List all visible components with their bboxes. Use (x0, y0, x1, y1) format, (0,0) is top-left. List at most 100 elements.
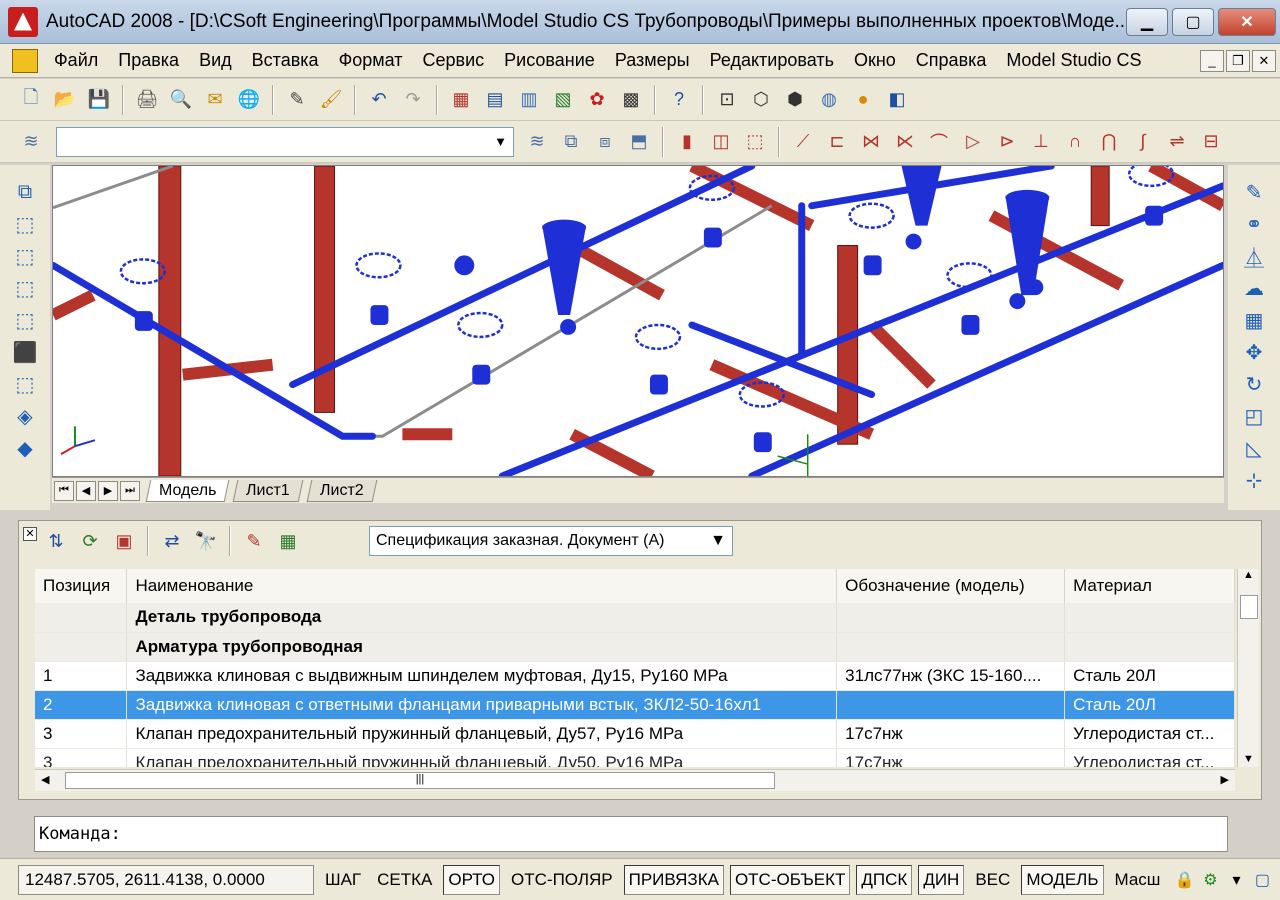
status-toggle-5[interactable]: ОТС-ОБЪЕКТ (729, 864, 851, 895)
refresh-icon[interactable]: ⟳ (76, 527, 104, 555)
publish-icon[interactable]: ✉ (201, 86, 229, 114)
tee-icon[interactable]: ⊳ (994, 128, 1020, 156)
scroll-down-icon[interactable]: ▼ (1238, 753, 1259, 765)
mirror-icon[interactable]: ⏅ (1241, 243, 1267, 270)
flange-icon[interactable]: ⊏ (824, 128, 850, 156)
document-type-select[interactable]: Спецификация заказная. Документ (А) ▼ (369, 526, 733, 556)
view-manager-icon[interactable]: ⧉ (12, 179, 38, 205)
scroll-right-icon[interactable]: ▶ (1221, 773, 1229, 786)
new-icon[interactable]: 🗋 (17, 86, 45, 114)
named-views-icon[interactable]: ⊡ (713, 86, 741, 114)
table-row[interactable]: 1 Задвижка клиновая с выдвижным шпинделем… (35, 661, 1235, 691)
settings-icon[interactable]: ✎ (240, 527, 268, 555)
status-toggle-9[interactable]: МОДЕЛЬ (1021, 864, 1104, 895)
command-line[interactable]: Команда: (34, 816, 1228, 852)
gear-icon[interactable]: ⚙ (1199, 869, 1221, 891)
document-menu-icon[interactable] (12, 48, 38, 73)
rotate-icon[interactable]: ↻ (1241, 371, 1267, 397)
menu-item-0[interactable]: Файл (44, 50, 108, 71)
group-row[interactable]: Арматура трубопроводная (35, 632, 1235, 662)
tab-model[interactable]: Модель (145, 479, 230, 502)
back-view-icon[interactable]: ⬚ (12, 371, 38, 397)
link-icon[interactable]: ⇄ (158, 527, 186, 555)
gate-valve-icon[interactable]: ⋈ (858, 128, 884, 156)
bend-icon[interactable]: ∩ (1062, 128, 1088, 156)
table-icon[interactable]: ▦ (274, 527, 302, 555)
sort-icon[interactable]: ⇅ (42, 527, 70, 555)
status-toggle-0[interactable]: ШАГ (320, 865, 366, 895)
menu-item-1[interactable]: Правка (108, 50, 189, 71)
design-center-icon[interactable]: ▤ (481, 86, 509, 114)
menu-item-11[interactable]: Model Studio CS (996, 50, 1151, 71)
shaded-sphere-icon[interactable]: ● (849, 86, 877, 114)
first-tab-button[interactable]: ⏮ (54, 480, 74, 501)
close-button[interactable]: ✕ (1218, 7, 1276, 36)
spool-icon[interactable]: ⇌ (1164, 128, 1190, 156)
layer-dropdown[interactable]: ▼ (56, 126, 514, 157)
menu-item-2[interactable]: Вид (189, 50, 242, 71)
group-row[interactable]: Деталь трубопровода (35, 603, 1235, 633)
table-row[interactable]: 3 Клапан предохранительный пружинный флан… (35, 748, 1235, 767)
insulation-icon[interactable]: ⟋ (790, 128, 816, 156)
clean-screen-icon[interactable]: ▢ (1251, 869, 1273, 891)
table-row[interactable]: 3 Клапан предохранительный пружинный флан… (35, 719, 1235, 749)
column-header-position[interactable]: Позиция (35, 569, 128, 603)
document-restore-button[interactable]: ❐ (1226, 49, 1250, 72)
calculator-icon[interactable]: ▩ (617, 86, 645, 114)
array-icon[interactable]: ▦ (1241, 307, 1267, 333)
pipe-spec-icon[interactable]: ▮ (674, 128, 700, 156)
properties-icon[interactable]: ▦ (447, 86, 475, 114)
menu-item-3[interactable]: Вставка (242, 50, 329, 71)
layer-state-icon[interactable]: ⧉ (558, 128, 584, 156)
status-toggle-2[interactable]: ОРТО (443, 864, 501, 895)
undo-icon[interactable]: ↶ (365, 86, 393, 114)
table-row[interactable]: 2 Задвижка клиновая с ответными фланцами … (35, 690, 1235, 720)
status-toggle-4[interactable]: ПРИВЯЗКА (623, 864, 724, 895)
pencil-icon[interactable]: ✎ (283, 86, 311, 114)
print-icon[interactable]: 🖨 (133, 86, 161, 114)
status-toggle-3[interactable]: ОТС-ПОЛЯР (506, 865, 618, 895)
next-tab-button[interactable]: ▶ (98, 480, 118, 501)
document-close-button[interactable]: ✕ (1252, 49, 1276, 72)
drawing-icon[interactable]: ⊟ (1198, 128, 1224, 156)
menu-item-4[interactable]: Формат (329, 50, 413, 71)
scroll-up-icon[interactable]: ▲ (1238, 569, 1259, 581)
right-view-icon[interactable]: ⬚ (12, 307, 38, 333)
help-icon[interactable]: ? (665, 86, 693, 114)
grid-vertical-scrollbar[interactable]: ▲ ▼ (1237, 569, 1259, 767)
pipe-route-icon[interactable]: ◫ (708, 128, 734, 156)
tab-sheet1[interactable]: Лист1 (233, 479, 304, 502)
model-viewport[interactable] (52, 165, 1224, 477)
preview-icon[interactable]: 🔍 (167, 86, 195, 114)
redo-icon[interactable]: ↷ (399, 86, 427, 114)
column-header-name[interactable]: Наименование (126, 569, 838, 603)
lock-icon[interactable]: 🔒 (1173, 869, 1195, 891)
elbow-icon[interactable]: ⌒ (926, 128, 952, 156)
trim-icon[interactable]: ⊹ (1241, 467, 1267, 493)
menu-item-6[interactable]: Рисование (494, 50, 605, 71)
layer-properties-icon[interactable]: ≋ (17, 128, 45, 156)
bottom-view-icon[interactable]: ⬚ (12, 243, 38, 269)
menu-item-5[interactable]: Сервис (413, 50, 495, 71)
status-toggle-6[interactable]: ДПСК (856, 864, 913, 895)
column-header-designation[interactable]: Обозначение (модель) (836, 569, 1066, 603)
menu-item-10[interactable]: Справка (906, 50, 997, 71)
sphere-icon[interactable]: ◍ (815, 86, 843, 114)
autocad-logo-icon[interactable] (8, 6, 38, 37)
status-toggle-7[interactable]: ДИН (918, 864, 965, 895)
column-header-material[interactable]: Материал (1064, 569, 1235, 603)
left-view-icon[interactable]: ⬚ (12, 275, 38, 301)
erase-icon[interactable]: ✎ (1241, 179, 1267, 205)
minimize-button[interactable]: ▁ (1126, 7, 1168, 36)
scroll-left-icon[interactable]: ◀ (41, 773, 49, 786)
match-properties-icon[interactable]: 🖌 (317, 86, 345, 114)
plot-icon[interactable]: 🌐 (235, 86, 263, 114)
sheet-set-icon[interactable]: ▧ (549, 86, 577, 114)
reducer-icon[interactable]: ▷ (960, 128, 986, 156)
tray-menu-icon[interactable]: ▾ (1225, 869, 1247, 891)
markup-icon[interactable]: ✿ (583, 86, 611, 114)
move-icon[interactable]: ✥ (1241, 339, 1267, 365)
support-icon[interactable]: ⊥ (1028, 128, 1054, 156)
maximize-button[interactable]: ▢ (1172, 7, 1214, 36)
status-toggle-8[interactable]: ВЕС (970, 865, 1015, 895)
